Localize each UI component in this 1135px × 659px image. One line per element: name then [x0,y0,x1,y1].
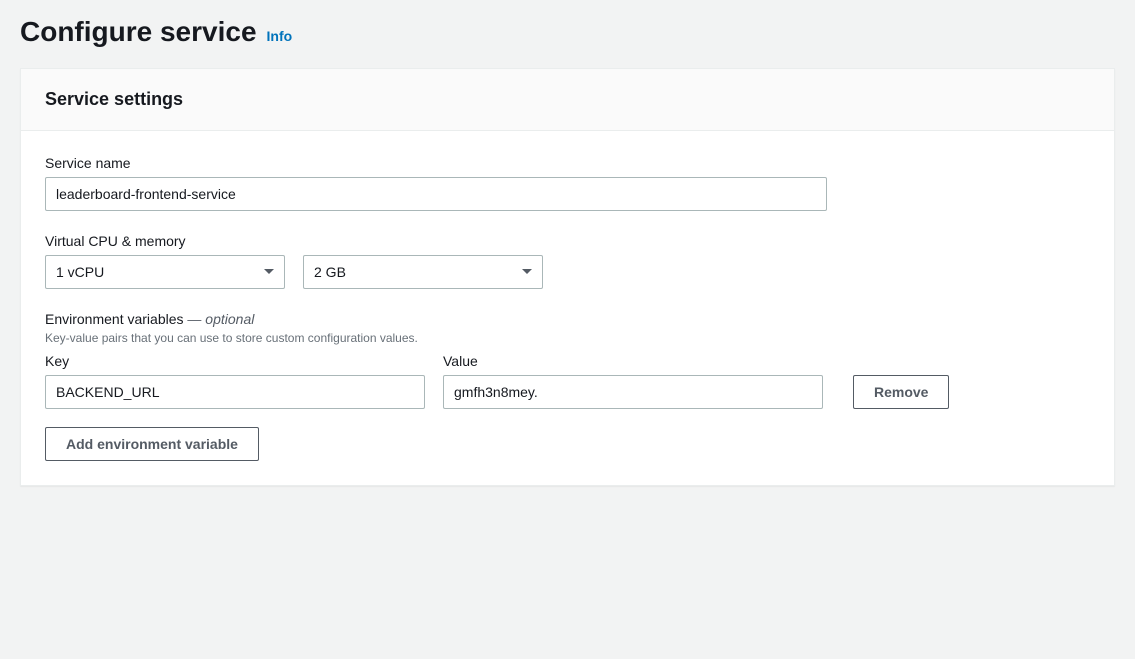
cpu-memory-field: Virtual CPU & memory 1 vCPU 2 GB [45,233,1090,289]
memory-select[interactable]: 2 GB [303,255,543,289]
env-vars-headers: Key Value [45,353,1090,369]
page-title-row: Configure service Info [20,16,1115,48]
env-vars-label-row: Environment variables — optional [45,311,1090,329]
memory-select-value: 2 GB [303,255,543,289]
env-var-row: Remove [45,375,1090,409]
env-key-header: Key [45,353,425,369]
env-value-header: Value [443,353,823,369]
remove-env-var-button[interactable]: Remove [853,375,949,409]
cpu-memory-selects: 1 vCPU 2 GB [45,255,1090,289]
page-header: Configure service Info [0,0,1135,68]
cpu-memory-label: Virtual CPU & memory [45,233,1090,249]
service-name-input[interactable] [45,177,827,211]
vcpu-select[interactable]: 1 vCPU [45,255,285,289]
service-settings-panel: Service settings Service name Virtual CP… [20,68,1115,486]
env-value-input[interactable] [443,375,823,409]
env-vars-label: Environment variables [45,311,184,327]
add-env-var-button[interactable]: Add environment variable [45,427,259,461]
panel-title: Service settings [45,89,1090,110]
page-title: Configure service [20,16,257,48]
service-name-field: Service name [45,155,1090,211]
panel-body: Service name Virtual CPU & memory 1 vCPU… [21,131,1114,485]
panel-header: Service settings [21,69,1114,131]
env-vars-section: Environment variables — optional Key-val… [45,311,1090,461]
vcpu-select-value: 1 vCPU [45,255,285,289]
env-key-input[interactable] [45,375,425,409]
service-name-label: Service name [45,155,1090,171]
info-link[interactable]: Info [267,28,293,44]
env-vars-optional: — optional [184,311,255,327]
env-vars-description: Key-value pairs that you can use to stor… [45,331,1090,345]
